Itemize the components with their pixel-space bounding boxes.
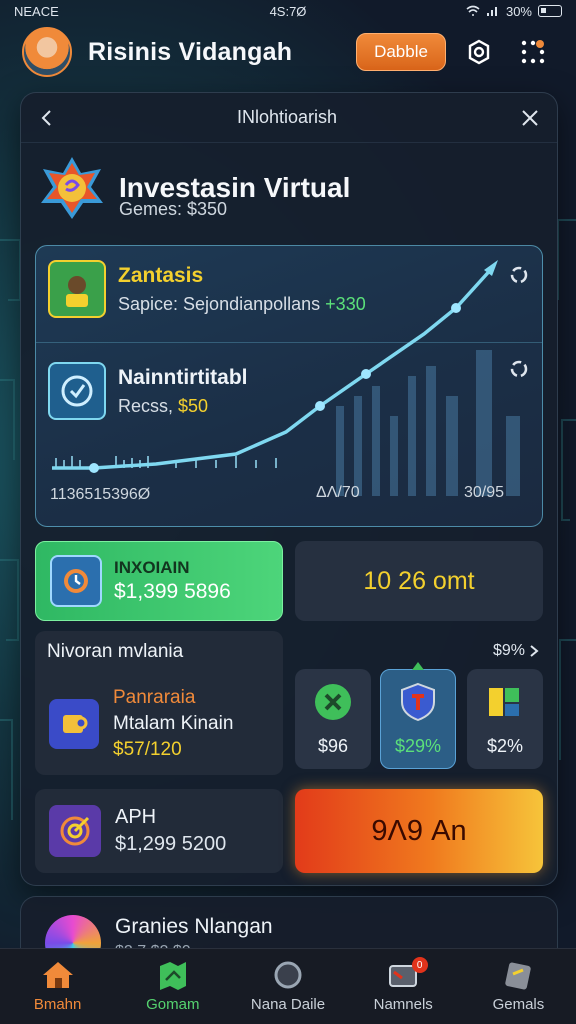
status-bar: NEACE 4S:7Ø 30% bbox=[0, 0, 576, 22]
map-icon bbox=[159, 962, 186, 990]
list-item[interactable]: Panraraia Mtalam Kinain $57/120 bbox=[49, 687, 233, 761]
trend-point bbox=[315, 401, 325, 411]
target-icon bbox=[49, 805, 101, 857]
section-title: Nivoran mvlania bbox=[47, 641, 184, 662]
blocks-icon bbox=[489, 687, 519, 716]
see-more-link[interactable]: $9% bbox=[493, 642, 539, 660]
x-circle-icon bbox=[315, 683, 351, 720]
mini-tile-value: $96 bbox=[317, 735, 349, 756]
x-axis-label-mid: ΔΛ/70 bbox=[316, 484, 360, 501]
chart-row-nainntirtitabl[interactable]: Nainntirtitabl Recss, $50 bbox=[48, 362, 248, 420]
cta-orange-label: 9Λ9 An bbox=[371, 814, 467, 847]
nav-item-gemals[interactable]: Gemals bbox=[461, 949, 576, 1024]
list-item-subtitle: Mtalam Kinain bbox=[113, 713, 234, 734]
shield-icon bbox=[401, 682, 435, 721]
mini-tile[interactable]: $29% bbox=[380, 662, 456, 769]
list-item-value: $57/120 bbox=[113, 739, 182, 760]
nav-label: Gemals bbox=[492, 996, 545, 1013]
list-section: Nivoran mvlania Panraraia Mtalam Kinain … bbox=[35, 631, 283, 775]
nav-label: Bmahn bbox=[33, 996, 82, 1013]
home-icon bbox=[42, 962, 73, 988]
refresh-icon[interactable] bbox=[508, 358, 530, 380]
mini-tile-value: $2% bbox=[486, 735, 524, 756]
balance-value: $1,399 5896 bbox=[114, 580, 231, 603]
nav-label: Namnels bbox=[373, 996, 433, 1013]
investment-subtitle: Gemes: $350 bbox=[119, 199, 228, 219]
x-axis-label-right: 30/95 bbox=[464, 484, 505, 501]
aph-value: $1,299 5200 bbox=[115, 833, 227, 855]
balance-tile[interactable]: INXOIAIN $1,399 5896 bbox=[35, 541, 283, 621]
nav-item-home[interactable]: Bmahn bbox=[0, 949, 115, 1024]
panel-topbar: INlohtioarish bbox=[21, 93, 557, 143]
see-more-label: $9% bbox=[492, 642, 525, 659]
clock-tile-icon bbox=[48, 362, 106, 420]
count-value: 10 26 omt bbox=[363, 566, 475, 595]
mini-tile[interactable]: $2% bbox=[467, 669, 543, 769]
row-value: $50 bbox=[178, 395, 209, 416]
row-value: +330 bbox=[325, 293, 366, 314]
caret-up-icon bbox=[412, 662, 424, 670]
battery-icon bbox=[538, 5, 562, 17]
dabble-button[interactable]: Dabble bbox=[356, 33, 446, 71]
nav-item-namnels[interactable]: 0 Namnels bbox=[346, 949, 461, 1024]
row-subtitle: Recss, bbox=[118, 395, 174, 416]
row-title: Nainntirtitabl bbox=[118, 365, 248, 389]
cta-orange-button[interactable]: 9Λ9 An bbox=[295, 789, 543, 873]
circle-icon bbox=[274, 961, 302, 989]
nav-label: Gomam bbox=[146, 996, 200, 1013]
app-header: Risinis Vidangah Dabble bbox=[0, 24, 576, 80]
chart-row-divider bbox=[36, 342, 542, 343]
x-axis-label-left: 1136515396Ø bbox=[50, 486, 151, 503]
bottom-nav: Bmahn Gomam Nana Daile 0 Namnels Gemals bbox=[0, 948, 576, 1024]
trend-point bbox=[361, 369, 371, 379]
aph-tile[interactable]: APH $1,299 5200 bbox=[35, 789, 283, 873]
aph-title: APH bbox=[115, 806, 157, 828]
star-logo-icon bbox=[41, 157, 103, 219]
clock: 4S:7Ø bbox=[269, 3, 307, 19]
card-icon bbox=[505, 962, 532, 990]
count-tile[interactable]: 10 26 omt bbox=[295, 541, 543, 621]
mini-tile-value: $29% bbox=[394, 735, 442, 756]
apps-grid-icon[interactable] bbox=[512, 31, 554, 73]
panel-title: INlohtioarish bbox=[236, 107, 338, 127]
nav-label: Nana Daile bbox=[250, 996, 326, 1013]
settings-icon[interactable] bbox=[458, 31, 500, 73]
next-card-title: Granies Nlangan bbox=[115, 915, 273, 938]
list-item-title: Panraraia bbox=[113, 687, 196, 708]
notification-badge: 0 bbox=[411, 957, 428, 973]
chart-row-zantasis[interactable]: Zantasis Sapice: Sejondianpollans +330 bbox=[48, 260, 366, 318]
nav-item-nana-daile[interactable]: Nana Daile bbox=[230, 949, 345, 1024]
character-thumbnail-icon bbox=[48, 260, 106, 318]
user-name: Risinis Vidangah bbox=[88, 37, 293, 66]
refresh-icon[interactable] bbox=[508, 264, 530, 286]
close-icon[interactable] bbox=[521, 109, 539, 127]
investment-panel: INlohtioarish Investasin Virtual Gemes: … bbox=[20, 92, 558, 886]
trend-point bbox=[451, 303, 461, 313]
mini-tile[interactable]: $96 bbox=[295, 669, 371, 769]
clock-icon bbox=[50, 555, 102, 607]
chevron-right-icon bbox=[530, 645, 539, 657]
row-title: Zantasis bbox=[118, 263, 204, 287]
balance-label: INXOIAIN bbox=[114, 558, 190, 577]
investment-chart-card[interactable]: Zantasis Sapice: Sejondianpollans +330 N… bbox=[35, 245, 543, 527]
nav-item-gomam[interactable]: Gomam bbox=[115, 949, 230, 1024]
row-subtitle: Sapice: Sejondianpollans bbox=[118, 293, 321, 314]
trend-point bbox=[89, 463, 99, 473]
back-chevron-icon[interactable] bbox=[39, 109, 53, 127]
avatar[interactable] bbox=[22, 27, 72, 77]
puzzle-icon bbox=[49, 699, 99, 749]
